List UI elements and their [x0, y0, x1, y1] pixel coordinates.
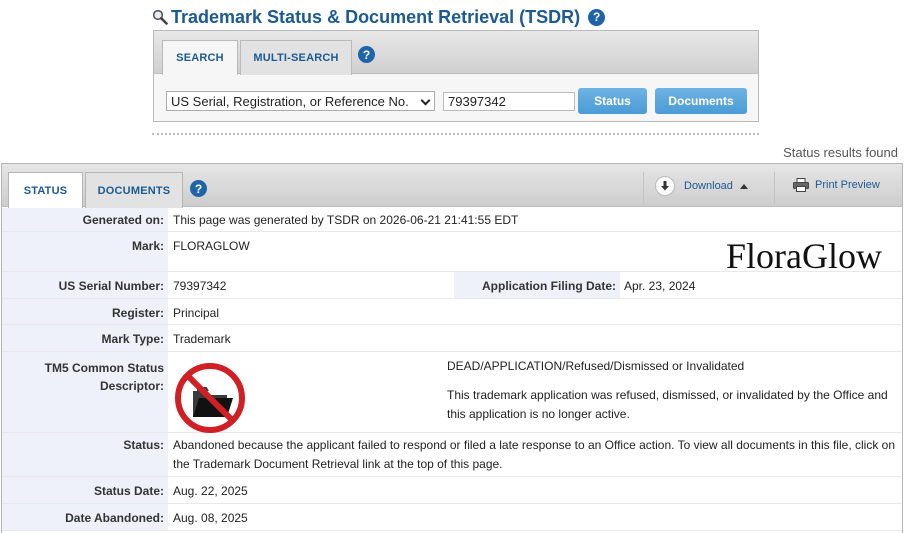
filing-date-label: Application Filing Date: [454, 272, 620, 298]
tm5-status-desc-line1: This trademark application was refused, … [447, 388, 888, 402]
search-number-input[interactable]: 79397342 [443, 91, 575, 111]
table-row: TM5 Common Status Descriptor: DEAD/APPLI… [2, 352, 902, 433]
register-label: Register: [2, 299, 168, 324]
tm5-status-title: DEAD/APPLICATION/Refused/Dismissed or In… [447, 359, 745, 373]
dead-folder-icon [175, 363, 245, 433]
tm5-label-line: TM5 Common Status [44, 361, 164, 375]
mark-label: Mark: [2, 232, 168, 271]
register-value: Principal [173, 306, 220, 320]
serial-number-label: US Serial Number: [2, 272, 168, 298]
status-line: the Trademark Document Retrieval link at… [173, 457, 503, 471]
search-type-value: US Serial, Registration, or Reference No… [171, 93, 409, 109]
table-row: Mark: FLORAGLOW FloraGlow [2, 232, 902, 276]
help-icon[interactable]: ? [588, 8, 606, 26]
documents-button[interactable]: Documents [655, 88, 747, 114]
panel-tabs: STATUS DOCUMENTS ? Download Print Previe… [2, 164, 902, 208]
table-row: Status: Abandoned because the applicant … [2, 433, 902, 477]
tm5-status-desc-line2: this application is no longer active. [447, 407, 630, 421]
tab-search[interactable]: SEARCH [162, 40, 238, 75]
print-preview-label: Print Preview [815, 179, 880, 191]
filing-date-value: Apr. 23, 2024 [624, 279, 696, 293]
toolbar-separator [774, 172, 775, 204]
table-row: Register: Principal [2, 299, 902, 325]
magnifier-icon [152, 9, 168, 25]
status-date-value: Aug. 22, 2025 [173, 484, 248, 498]
status-label: Status: [2, 433, 168, 476]
download-icon [655, 176, 675, 196]
tab-multi-search[interactable]: MULTI-SEARCH [240, 40, 352, 75]
mark-image: FloraGlow [726, 236, 882, 276]
mark-type-value: Trademark [173, 332, 231, 346]
print-preview-button[interactable]: Print Preview [793, 178, 880, 192]
help-icon[interactable]: ? [190, 180, 207, 197]
download-menu[interactable]: Download [655, 176, 748, 196]
table-row: Mark Type: Trademark [2, 325, 902, 352]
help-icon[interactable]: ? [358, 46, 375, 63]
divider [152, 133, 759, 135]
tm5-label-line: Descriptor: [99, 379, 164, 393]
table-row: Generated on: This page was generated by… [2, 208, 902, 232]
date-abandoned-value: Aug. 08, 2025 [173, 511, 248, 525]
status-panel: STATUS DOCUMENTS ? Download Print Previe… [1, 163, 903, 533]
mark-value: FLORAGLOW [173, 239, 250, 253]
mark-type-label: Mark Type: [2, 325, 168, 351]
chevron-down-icon [420, 95, 431, 106]
tab-documents[interactable]: DOCUMENTS [85, 172, 183, 208]
table-row: Status Date: Aug. 22, 2025 [2, 477, 902, 504]
search-form: US Serial, Registration, or Reference No… [166, 88, 747, 114]
table-row: Date Abandoned: Aug. 08, 2025 [2, 504, 902, 531]
download-label: Download [684, 180, 733, 192]
generated-on-value: This page was generated by TSDR on 2026-… [173, 213, 519, 227]
results-found-text: Status results found [783, 145, 898, 160]
search-type-select[interactable]: US Serial, Registration, or Reference No… [166, 91, 435, 111]
serial-number-value: 79397342 [173, 279, 227, 293]
status-button[interactable]: Status [578, 88, 647, 114]
caret-up-icon [739, 183, 748, 189]
date-abandoned-label: Date Abandoned: [2, 504, 168, 530]
tab-status[interactable]: STATUS [8, 172, 83, 208]
page-header: Trademark Status & Document Retrieval (T… [152, 6, 606, 28]
generated-on-label: Generated on: [2, 208, 168, 231]
page-title: Trademark Status & Document Retrieval (T… [171, 6, 581, 27]
toolbar-separator [643, 172, 644, 204]
table-row: US Serial Number: 79397342 Application F… [2, 272, 902, 299]
printer-icon [793, 178, 809, 192]
status-date-label: Status Date: [2, 477, 168, 503]
search-panel: SEARCH MULTI-SEARCH ? US Serial, Registr… [153, 30, 759, 122]
search-tabs: SEARCH MULTI-SEARCH ? [154, 31, 758, 75]
status-line: Abandoned because the applicant failed t… [173, 438, 895, 452]
tm5-label: TM5 Common Status Descriptor: [2, 352, 168, 432]
